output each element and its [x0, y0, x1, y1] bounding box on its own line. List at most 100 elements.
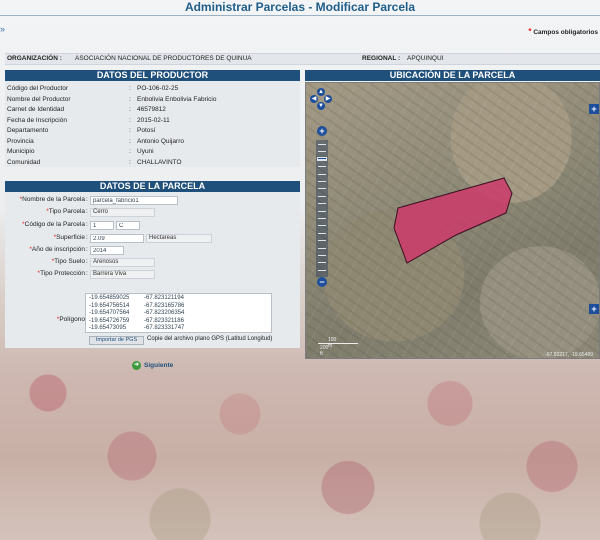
- nombre-label: *Nombre de la Parcela: [19, 196, 85, 203]
- poligono-lat: -19.654707564: [89, 310, 130, 317]
- nombre-row: *Nombre de la Parcela :: [5, 195, 300, 205]
- separator: :: [86, 221, 88, 228]
- zoom-tick: [318, 181, 326, 182]
- parcel-polygon[interactable]: [393, 177, 513, 264]
- pan-up-icon[interactable]: ▲: [317, 88, 325, 96]
- productor-row-label: Código del Productor: [7, 85, 69, 92]
- next-button-label: Siguiente: [144, 362, 174, 370]
- tipo-proteccion-row: *Tipo Protección : Barrera Viva: [5, 269, 300, 279]
- organization-bar: ORGANIZACIÓN : ASOCIACIÓN NACIONAL DE PR…: [5, 53, 600, 65]
- poligono-lng: -67.823321186: [144, 317, 184, 324]
- overview-map-icon[interactable]: +: [589, 304, 599, 314]
- productor-row-label: Comunidad: [7, 158, 41, 166]
- productor-panel-title: DATOS DEL PRODUCTOR: [5, 70, 300, 81]
- poligono-lat: -19.65473095: [89, 325, 127, 332]
- zoom-tick: [318, 158, 326, 160]
- zoom-tick: [318, 269, 326, 271]
- pan-control: ▲ ◀ ▶ ▼: [310, 88, 332, 110]
- productor-row-value: CHALLAVINTO: [137, 158, 182, 166]
- anio-label: *Año de inscripción: [29, 246, 85, 253]
- anio-input[interactable]: [90, 246, 124, 255]
- pan-left-icon[interactable]: ◀: [310, 95, 318, 103]
- codigo-number-input[interactable]: [90, 221, 114, 230]
- tipo-suelo-row: *Tipo Suelo : Arenosos: [5, 257, 300, 267]
- anio-row: *Año de inscripción :: [5, 245, 300, 255]
- zoom-tick: [318, 262, 326, 264]
- page-marker-icon: »: [0, 24, 6, 34]
- separator: :: [129, 158, 131, 166]
- pan-right-icon[interactable]: ▶: [324, 95, 332, 103]
- nombre-parcela-input[interactable]: [90, 196, 178, 205]
- separator: :: [129, 106, 131, 113]
- zoom-tick: [318, 151, 326, 153]
- zoom-tick: [318, 188, 326, 190]
- zoom-tick: [318, 173, 326, 175]
- tipo-parcela-select[interactable]: Cerro: [90, 208, 155, 217]
- pan-down-icon[interactable]: ▼: [317, 102, 325, 110]
- import-hint: Copie del archivo plano GPS (Latitud Lon…: [147, 336, 273, 342]
- codigo-letter-input[interactable]: [116, 221, 140, 230]
- zoom-tick: [318, 225, 326, 227]
- superficie-input[interactable]: [90, 234, 144, 243]
- productor-row-label: Departamento: [7, 127, 49, 134]
- superficie-label: *Superficie: [53, 234, 85, 241]
- mouse-coordinates: -67.82217, -19.65489: [545, 352, 593, 358]
- page-title: Administrar Parcelas - Modificar Parcela: [184, 0, 416, 14]
- required-note-text: Campos obligatorios: [533, 29, 598, 36]
- separator: :: [129, 95, 131, 103]
- background-field-image: [0, 330, 600, 540]
- zoom-tick: [318, 218, 326, 219]
- zoom-tick: [318, 210, 326, 212]
- zoom-tick: [318, 144, 326, 145]
- productor-row-label: Municipio: [7, 148, 35, 155]
- scale-bar-line: [318, 343, 358, 344]
- required-star-icon: *: [528, 27, 532, 36]
- zoom-tick: [318, 195, 326, 197]
- superficie-row: *Superficie : Hectareas: [5, 233, 300, 243]
- import-gps-button[interactable]: Importar de PGS: [89, 336, 144, 345]
- poligono-lng: -67.823121194: [144, 295, 184, 301]
- layer-switcher-icon[interactable]: +: [589, 104, 599, 114]
- tipo-proteccion-select[interactable]: Barrera Viva: [90, 270, 155, 279]
- tipo-suelo-select[interactable]: Arenosos: [90, 258, 155, 267]
- poligono-lng: -67.823165786: [144, 302, 185, 309]
- productor-row-label: Nombre del Productor: [7, 95, 71, 103]
- zoom-tick: [318, 166, 326, 168]
- parcel-map[interactable]: ▲ ◀ ▶ ▼ + − + + 100 m 200 ft -67.82217, …: [305, 82, 600, 359]
- productor-row-value: PO-106-02-25: [137, 85, 179, 92]
- productor-row-label: Provincia: [7, 137, 34, 145]
- separator: :: [129, 127, 131, 134]
- poligono-lat: -19.654726759: [89, 317, 130, 324]
- org-value: ASOCIACIÓN NACIONAL DE PRODUCTORES DE QU…: [75, 55, 252, 62]
- zoom-tick: [318, 255, 326, 256]
- productor-row-value: 2015-02-11: [137, 116, 170, 124]
- zoom-tick: [318, 240, 326, 242]
- zoom-in-icon[interactable]: +: [317, 126, 327, 136]
- productor-row-value: Uyuni: [137, 148, 154, 155]
- zoom-out-icon[interactable]: −: [317, 277, 327, 287]
- superficie-unit: Hectareas: [146, 234, 212, 243]
- scale-top-label: 100 m: [328, 337, 337, 349]
- separator: :: [129, 116, 131, 124]
- zoom-tick: [318, 232, 326, 234]
- poligono-lng: -67.823206354: [144, 310, 185, 317]
- poligono-lat: -19.654859025: [89, 295, 130, 301]
- productor-panel: DATOS DEL PRODUCTOR Código del Productor…: [5, 70, 300, 167]
- separator: :: [86, 196, 88, 203]
- codigo-label: *Código de la Parcela: [22, 221, 85, 228]
- map-panel-title: UBICACIÓN DE LA PARCELA: [305, 70, 600, 81]
- separator: :: [86, 270, 88, 277]
- productor-row-value: Antonio Quijarro: [137, 137, 184, 145]
- zoom-slider-track[interactable]: [316, 140, 328, 277]
- regional-label: REGIONAL :: [362, 55, 401, 62]
- arrow-right-icon: ➜: [132, 361, 141, 370]
- next-button[interactable]: ➜ Siguiente: [132, 361, 173, 371]
- poligono-lat: -19.654756514: [89, 302, 130, 309]
- poligono-label: *Polígono: [56, 316, 85, 323]
- title-divider: [0, 15, 600, 16]
- regional-value: APQUINQUI: [407, 55, 444, 62]
- poligono-textarea[interactable]: -19.654859025 -67.823121194 -19.654756514-…: [85, 293, 272, 333]
- tipo-parcela-label: *Tipo Parcela: [46, 208, 85, 215]
- zoom-tick: [318, 247, 326, 249]
- separator: :: [86, 258, 88, 265]
